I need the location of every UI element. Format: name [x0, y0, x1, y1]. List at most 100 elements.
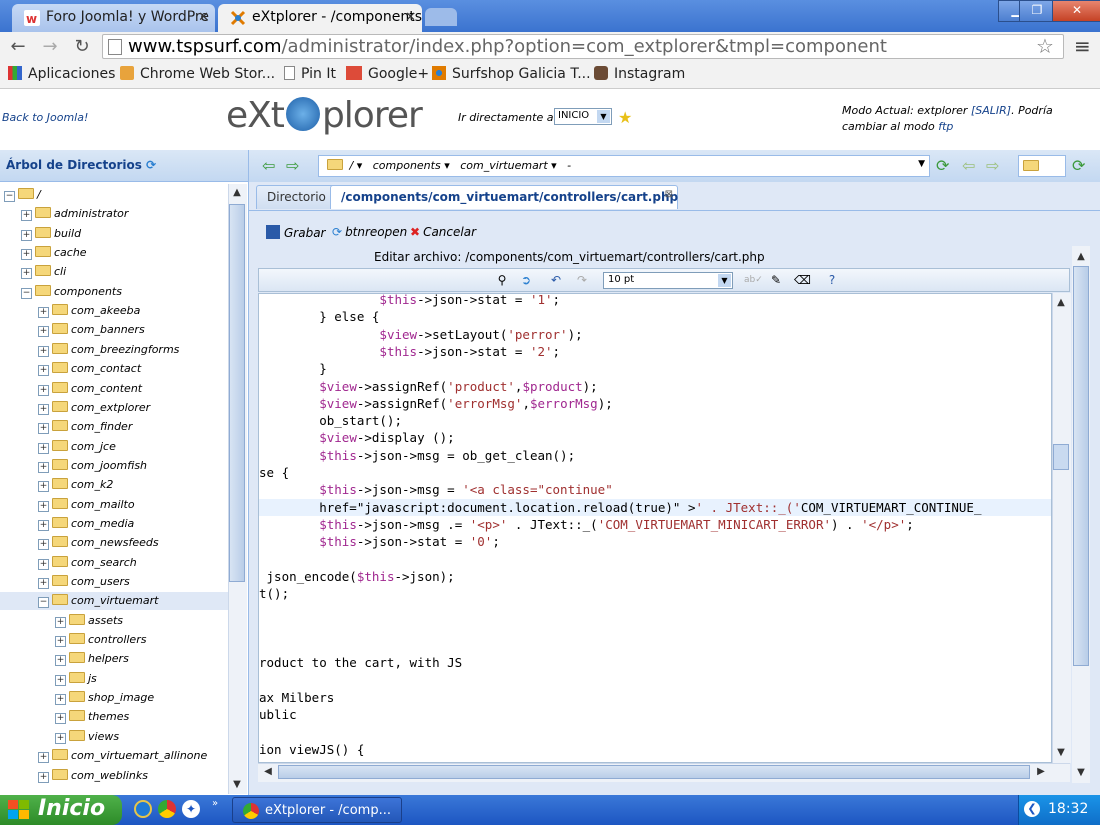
code-vscroll-thumb[interactable]	[1053, 444, 1069, 470]
code-line[interactable]: } else {	[259, 308, 1051, 325]
code-line[interactable]	[259, 724, 1051, 741]
bookmark-apps[interactable]: Aplicaciones	[8, 66, 115, 82]
refresh-icon[interactable]: ⟳	[146, 158, 156, 172]
code-line[interactable]: $this->json->msg .= '<p>' . JText::_('CO…	[259, 516, 1051, 533]
expand-icon[interactable]: +	[55, 713, 66, 725]
app-star-icon[interactable]: ✦	[182, 800, 200, 818]
tree-node[interactable]: + com_newsfeeds	[38, 534, 159, 552]
code-line[interactable]: $this->json->stat = '2';	[259, 343, 1051, 360]
expand-icon[interactable]: +	[38, 345, 49, 357]
undo-icon[interactable]: ↶	[548, 272, 564, 288]
tree-node[interactable]: + cli	[21, 263, 66, 281]
code-line[interactable]: href="javascript:document.location.reloa…	[259, 498, 1051, 516]
highlight-brush-icon[interactable]: ✎	[768, 272, 784, 288]
expand-icon[interactable]: +	[38, 461, 49, 473]
tree-node[interactable]: + build	[21, 225, 81, 243]
expand-icon[interactable]: +	[38, 771, 49, 783]
reopen-button[interactable]: ⟳ btnreopen	[332, 225, 407, 239]
spellcheck-icon[interactable]: ab✓	[744, 272, 763, 288]
tree-node[interactable]: + com_users	[38, 573, 130, 591]
code-line[interactable]: ublic	[259, 706, 1051, 723]
expand-icon[interactable]: +	[38, 500, 49, 512]
chevron-right-icon[interactable]: »	[212, 798, 218, 809]
code-line[interactable]: $view->setLayout('perror');	[259, 326, 1051, 343]
expand-icon[interactable]: +	[38, 519, 49, 531]
tab-foro-joomla[interactable]: w Foro Joomla! y WordPre ✕	[12, 4, 215, 32]
scroll-left-icon[interactable]: ◀	[259, 763, 277, 781]
expand-icon[interactable]: +	[38, 578, 49, 589]
collapse-icon[interactable]: −	[21, 287, 32, 299]
code-line[interactable]: ion viewJS() {	[259, 741, 1051, 758]
tree-node[interactable]: + com_weblinks	[38, 767, 148, 785]
tree-node[interactable]: + com_mailto	[38, 496, 135, 514]
expand-icon[interactable]: +	[21, 268, 32, 280]
reload-icon[interactable]: ⟳	[1072, 156, 1085, 175]
expand-icon[interactable]: +	[55, 655, 66, 667]
goto-icon[interactable]: ➲	[518, 272, 534, 288]
expand-icon[interactable]: +	[38, 442, 49, 454]
expand-icon[interactable]: +	[38, 384, 49, 396]
expand-icon[interactable]: +	[55, 674, 66, 686]
bookmark-pin-it[interactable]: Pin It	[284, 66, 336, 82]
back-arrow-icon[interactable]: ←	[6, 36, 30, 58]
back-to-joomla-link[interactable]: Back to Joomla!	[2, 111, 88, 124]
close-icon[interactable]: ✕	[405, 10, 416, 25]
tree-node[interactable]: + com_breezingforms	[38, 341, 179, 359]
expand-icon[interactable]: +	[21, 249, 32, 261]
code-line[interactable]: $view->assignRef('errorMsg',$errorMsg);	[259, 395, 1051, 412]
code-line[interactable]	[259, 672, 1051, 689]
tree-scroll-thumb[interactable]	[229, 204, 245, 582]
bookmark-google-plus[interactable]: Google+	[346, 66, 429, 82]
star-icon[interactable]: ☆	[1036, 34, 1054, 58]
expand-icon[interactable]: +	[38, 365, 49, 377]
code-line[interactable]: }	[259, 360, 1051, 377]
code-vscrollbar[interactable]	[1052, 293, 1071, 763]
code-line[interactable]: ax Milbers	[259, 689, 1051, 706]
outer-scroll-thumb[interactable]	[1073, 266, 1089, 666]
path-select[interactable]: / ▾ components ▾ com_virtuemart ▾ - ▼	[318, 155, 930, 177]
tree-node[interactable]: + com_joomfish	[38, 457, 147, 475]
code-line[interactable]	[259, 602, 1051, 619]
close-icon[interactable]: ✕	[198, 10, 209, 25]
ftp-link[interactable]: ftp	[938, 120, 953, 133]
code-line[interactable]: $view->assignRef('product',$product);	[259, 378, 1051, 395]
tree-node[interactable]: + cache	[21, 244, 87, 262]
expand-icon[interactable]: +	[55, 694, 66, 706]
tab-extplorer[interactable]: eXtplorer - /components ✕	[218, 4, 422, 32]
chrome-icon[interactable]	[158, 800, 176, 818]
code-line[interactable]: $this->json->stat = '1';	[259, 294, 1051, 308]
forward-arrow-icon[interactable]: →	[38, 36, 62, 58]
code-line[interactable]: se {	[259, 464, 1051, 481]
font-size-select[interactable]: 10 pt ▼	[603, 272, 733, 289]
expand-icon[interactable]: +	[38, 558, 49, 570]
tab-directorio[interactable]: Directorio	[256, 185, 337, 209]
expand-icon[interactable]: +	[38, 539, 49, 551]
code-line[interactable]: t();	[259, 585, 1051, 602]
maximize-icon[interactable]: ❐	[1019, 0, 1055, 22]
expand-icon[interactable]: +	[55, 616, 66, 628]
url-text[interactable]: www.tspsurf.com/administrator/index.php?…	[128, 36, 887, 57]
scroll-up-icon[interactable]: ▲	[228, 184, 246, 202]
tree-node[interactable]: + com_banners	[38, 321, 145, 339]
expand-icon[interactable]: +	[21, 229, 32, 241]
favorite-star-icon[interactable]: ★	[618, 108, 632, 127]
taskbar-item-extplorer[interactable]: eXtplorer - /comp...	[232, 797, 402, 823]
expand-icon[interactable]: +	[38, 326, 49, 338]
expand-icon[interactable]: +	[55, 636, 66, 648]
tree-node[interactable]: + com_k2	[38, 476, 113, 494]
tree-node[interactable]: + views	[55, 728, 119, 746]
cancel-button[interactable]: ✖ Cancelar	[410, 225, 476, 239]
expand-icon[interactable]: +	[38, 307, 49, 319]
tree-node[interactable]: + com_search	[38, 554, 137, 572]
code-line[interactable]: $this->json->stat = '0';	[259, 533, 1051, 550]
tab-cart-php[interactable]: /components/com_virtuemart/controllers/c…	[330, 185, 678, 209]
internet-explorer-icon[interactable]	[134, 800, 152, 818]
redo-icon[interactable]: ↷	[574, 272, 590, 288]
new-tab-button[interactable]	[425, 8, 457, 26]
expand-icon[interactable]: +	[55, 732, 66, 744]
tree-node[interactable]: + assets	[55, 612, 123, 630]
tree-node[interactable]: + com_akeeba	[38, 302, 140, 320]
code-line[interactable]: ob_start();	[259, 412, 1051, 429]
code-line[interactable]: roduct to the cart, with JS	[259, 654, 1051, 671]
window-close-icon[interactable]: ✕	[1052, 0, 1100, 22]
